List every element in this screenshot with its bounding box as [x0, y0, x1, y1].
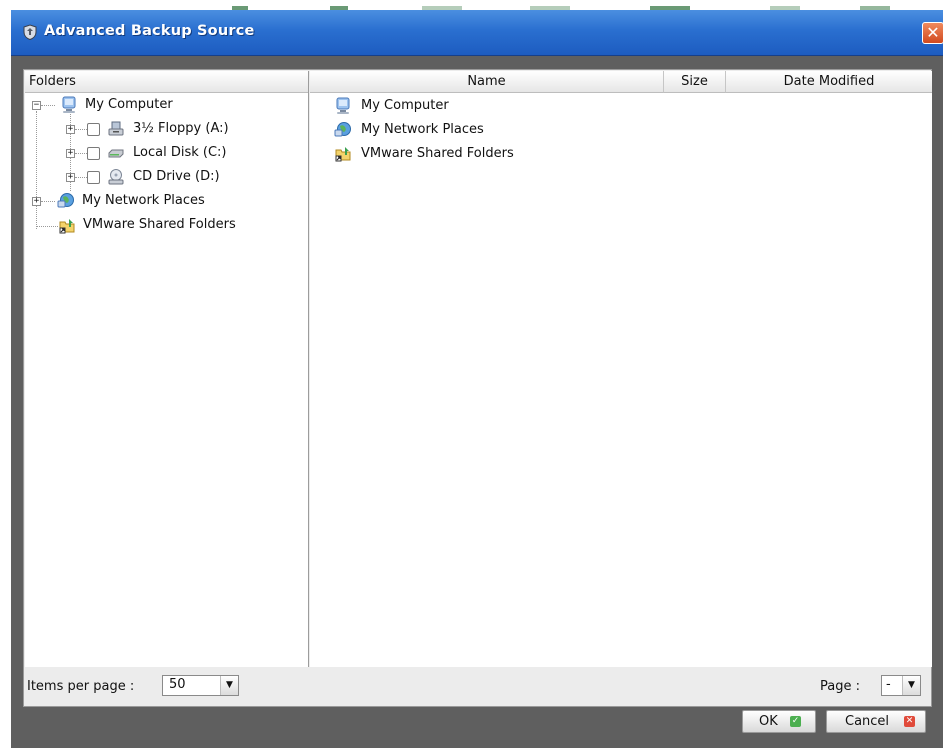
- tree-item-network-places[interactable]: + My Network Places: [25, 190, 305, 212]
- dialog-title: Advanced Backup Source: [44, 23, 255, 39]
- tree-item-floppy[interactable]: + 3½ Floppy (A:): [25, 118, 305, 140]
- tree-item-label: Local Disk (C:): [133, 145, 227, 160]
- file-name: My Network Places: [361, 122, 484, 137]
- collapse-toggle[interactable]: −: [32, 101, 41, 110]
- hard-disk-icon: [108, 149, 124, 158]
- desktop-strip: [0, 0, 943, 10]
- shared-folder-icon: [335, 147, 351, 162]
- expand-toggle[interactable]: +: [66, 149, 75, 158]
- dialog-titlebar[interactable]: Advanced Backup Source ✕: [11, 10, 943, 56]
- tree-item-label: VMware Shared Folders: [83, 217, 236, 232]
- items-per-page-select[interactable]: 50 ▼: [162, 675, 239, 696]
- computer-icon: [336, 97, 350, 114]
- cd-drive-icon: [108, 169, 124, 185]
- tree-item-label: My Network Places: [82, 193, 205, 208]
- dropdown-arrow-icon[interactable]: ▼: [902, 676, 920, 695]
- cancel-label: Cancel: [845, 714, 890, 729]
- advanced-backup-source-dialog: Advanced Backup Source ✕ Folders − My Co…: [11, 10, 943, 748]
- page-label: Page :: [820, 679, 860, 694]
- tree-item-label: My Computer: [85, 97, 173, 112]
- dialog-content: Folders − My Computer + 3½ Floppy (A:) +…: [23, 69, 932, 707]
- folders-pane: Folders − My Computer + 3½ Floppy (A:) +…: [25, 71, 309, 667]
- tree-item-label: CD Drive (D:): [133, 169, 220, 184]
- cd-drive-checkbox[interactable]: [87, 171, 100, 184]
- cancel-button[interactable]: Cancel ✕: [826, 710, 926, 733]
- file-name: VMware Shared Folders: [361, 146, 514, 161]
- tree-item-label: 3½ Floppy (A:): [133, 121, 229, 136]
- expand-toggle[interactable]: +: [66, 125, 75, 134]
- tree-item-vmware-shared-folders[interactable]: VMware Shared Folders: [25, 214, 305, 236]
- expand-toggle[interactable]: +: [66, 173, 75, 182]
- column-header-name[interactable]: Name: [310, 71, 664, 93]
- ok-button[interactable]: OK ✓: [742, 710, 816, 733]
- computer-icon: [62, 96, 76, 113]
- file-name: My Computer: [361, 98, 449, 113]
- column-header-date-modified[interactable]: Date Modified: [726, 71, 932, 93]
- tree-item-my-computer[interactable]: − My Computer: [25, 94, 305, 116]
- folders-header: Folders: [25, 71, 308, 93]
- pagination-bar: Items per page : 50 ▼ Page : - ▼: [24, 668, 931, 706]
- column-header-size[interactable]: Size: [664, 71, 726, 93]
- checkmark-icon: ✓: [790, 716, 801, 727]
- close-button[interactable]: ✕: [922, 22, 943, 44]
- items-per-page-label: Items per page :: [27, 679, 135, 694]
- network-places-icon: [334, 122, 351, 137]
- ok-label: OK: [759, 714, 778, 729]
- floppy-checkbox[interactable]: [87, 123, 100, 136]
- shared-folder-icon: [59, 219, 75, 234]
- tree-item-cd-drive[interactable]: + CD Drive (D:): [25, 166, 305, 188]
- dropdown-arrow-icon[interactable]: ▼: [220, 676, 238, 695]
- local-disk-checkbox[interactable]: [87, 147, 100, 160]
- items-per-page-value: 50: [169, 677, 186, 692]
- expand-toggle[interactable]: +: [32, 197, 41, 206]
- floppy-drive-icon: [108, 121, 124, 136]
- backup-app-icon: [23, 24, 37, 41]
- file-list-pane: Name Size Date Modified My Computer My N…: [310, 71, 932, 667]
- cancel-x-icon: ✕: [904, 716, 915, 727]
- page-value: -: [886, 677, 891, 692]
- page-select[interactable]: - ▼: [881, 675, 921, 696]
- tree-item-local-disk[interactable]: + Local Disk (C:): [25, 142, 305, 164]
- network-places-icon: [57, 193, 74, 208]
